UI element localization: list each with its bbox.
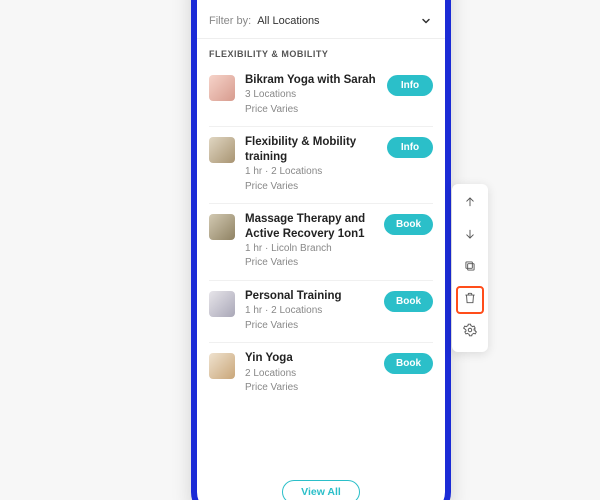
view-all-button[interactable]: View All (282, 480, 360, 500)
info-button[interactable]: Info (387, 75, 433, 96)
editor-toolbar (452, 184, 488, 352)
book-button[interactable]: Book (384, 214, 433, 235)
editor-canvas: Services Service List Filter by: All Loc… (0, 0, 600, 500)
filter-value: All Locations (257, 15, 419, 27)
service-meta: 1 hr · Licoln Branch (245, 242, 378, 256)
service-price: Price Varies (245, 381, 378, 395)
list-item[interactable]: Yin Yoga 2 Locations Price Varies Book (209, 343, 433, 404)
app-screen: Services Service List Filter by: All Loc… (197, 0, 445, 500)
item-body: Yin Yoga 2 Locations Price Varies (245, 351, 378, 394)
book-button[interactable]: Book (384, 291, 433, 312)
delete-button[interactable] (456, 286, 484, 314)
item-body: Bikram Yoga with Sarah 3 Locations Price… (245, 73, 381, 116)
copy-icon (463, 259, 477, 278)
list-item[interactable]: Bikram Yoga with Sarah 3 Locations Price… (209, 65, 433, 127)
item-body: Massage Therapy and Active Recovery 1on1… (245, 212, 378, 270)
list-item[interactable]: Personal Training 1 hr · 2 Locations Pri… (209, 281, 433, 343)
service-title: Bikram Yoga with Sarah (245, 73, 381, 87)
service-thumbnail (209, 353, 235, 379)
gear-icon (463, 323, 477, 342)
settings-button[interactable] (456, 318, 484, 346)
service-thumbnail (209, 291, 235, 317)
service-meta: 3 Locations (245, 88, 381, 102)
move-down-button[interactable] (456, 222, 484, 250)
service-title: Massage Therapy and Active Recovery 1on1 (245, 212, 378, 241)
info-button[interactable]: Info (387, 137, 433, 158)
filter-label: Filter by: (209, 15, 251, 27)
service-title: Flexibility & Mobility training (245, 135, 381, 164)
list-item[interactable]: Flexibility & Mobility training 1 hr · 2… (209, 127, 433, 204)
filter-dropdown[interactable]: Filter by: All Locations (197, 0, 445, 39)
service-meta: 1 hr · 2 Locations (245, 165, 381, 179)
service-title: Personal Training (245, 289, 378, 303)
service-meta: 1 hr · 2 Locations (245, 304, 378, 318)
service-list: Bikram Yoga with Sarah 3 Locations Price… (197, 65, 445, 472)
service-price: Price Varies (245, 319, 378, 333)
section-header: FLEXIBILITY & MOBILITY (197, 39, 445, 65)
service-price: Price Varies (245, 103, 381, 117)
book-button[interactable]: Book (384, 353, 433, 374)
service-meta: 2 Locations (245, 367, 378, 381)
chevron-down-icon (419, 14, 433, 28)
duplicate-button[interactable] (456, 254, 484, 282)
service-thumbnail (209, 137, 235, 163)
move-up-button[interactable] (456, 190, 484, 218)
arrow-up-icon (463, 195, 477, 214)
item-body: Flexibility & Mobility training 1 hr · 2… (245, 135, 381, 193)
trash-icon (463, 291, 477, 310)
view-all-row: View All (197, 472, 445, 500)
service-price: Price Varies (245, 180, 381, 194)
service-thumbnail (209, 214, 235, 240)
list-item[interactable]: Massage Therapy and Active Recovery 1on1… (209, 204, 433, 281)
phone-frame: Services Service List Filter by: All Loc… (191, 0, 451, 500)
service-price: Price Varies (245, 256, 378, 270)
item-body: Personal Training 1 hr · 2 Locations Pri… (245, 289, 378, 332)
service-thumbnail (209, 75, 235, 101)
service-title: Yin Yoga (245, 351, 378, 365)
arrow-down-icon (463, 227, 477, 246)
